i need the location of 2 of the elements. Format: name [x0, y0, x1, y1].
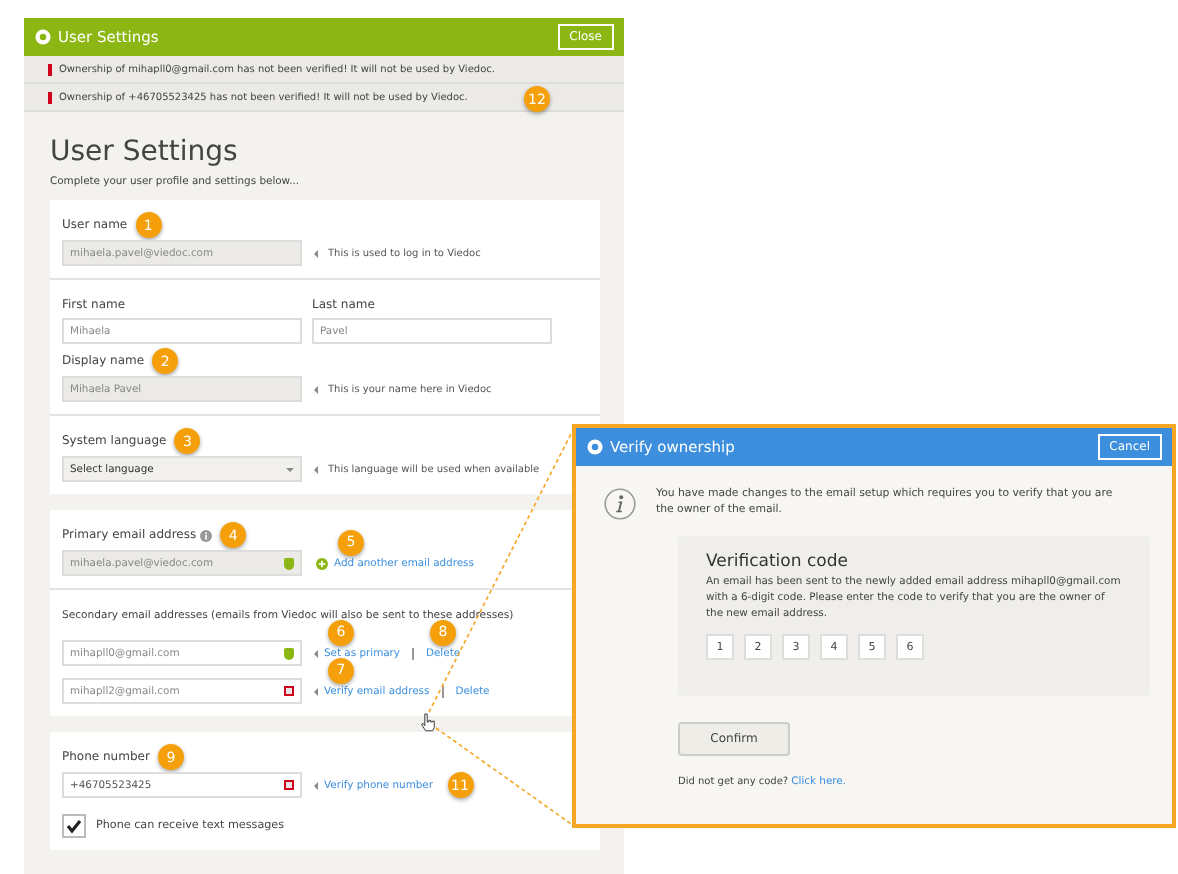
- panel-heading: Verification code: [706, 552, 850, 572]
- page-title: User Settings: [50, 136, 240, 168]
